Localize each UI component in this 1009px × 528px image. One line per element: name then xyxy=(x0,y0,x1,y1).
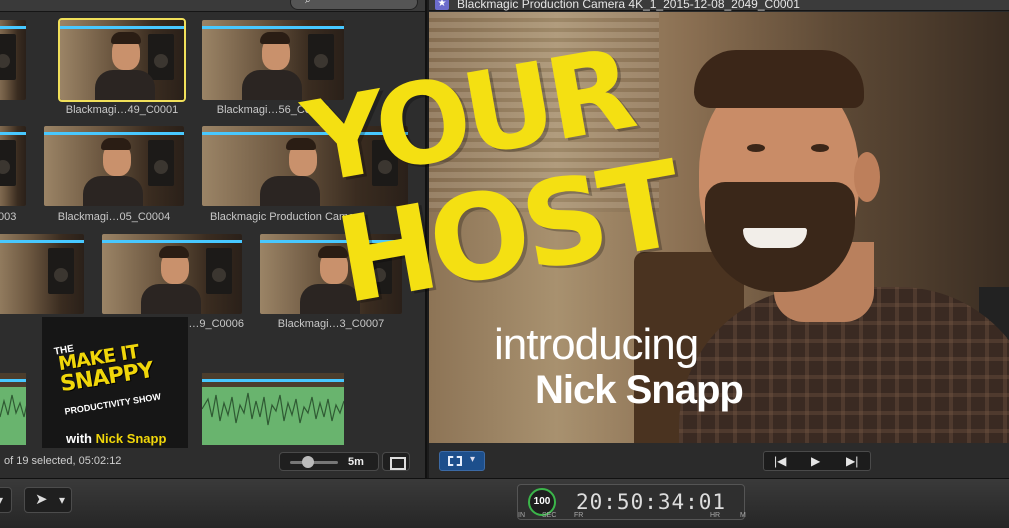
unit-label: IN xyxy=(518,512,525,519)
slider-knob[interactable] xyxy=(302,456,314,468)
toolbar-menu-button[interactable]: ▾ xyxy=(0,487,12,513)
browser-status-bar: of 19 selected, 05:02:12 5m xyxy=(0,448,425,476)
crop-icon xyxy=(448,456,462,466)
render-percent: 100 xyxy=(533,496,551,507)
star-icon: ★ xyxy=(435,0,449,10)
viewer-clip-title: Blackmagic Production Camera 4K_1_2015-1… xyxy=(457,0,800,11)
clip-thumbnail[interactable] xyxy=(0,20,26,100)
clip-thumbnail[interactable] xyxy=(102,234,242,314)
transport-controls: |◀ ▶ ▶| xyxy=(763,451,871,471)
audio-clip[interactable] xyxy=(202,373,344,445)
viewer-controls: ▾ |◀ ▶ ▶| xyxy=(429,445,1009,478)
filmstrip-view-button[interactable] xyxy=(382,452,410,471)
chevron-down-icon: ▾ xyxy=(59,493,66,507)
clip-zoom-slider[interactable]: 5m xyxy=(279,452,379,471)
search-field[interactable]: ⌕ xyxy=(290,0,418,10)
clip-thumbnail[interactable] xyxy=(44,126,184,206)
play-button[interactable]: ▶ xyxy=(811,454,820,468)
overlay-introducing: introducing xyxy=(494,320,699,369)
podcast-host: Nick Snapp xyxy=(95,431,167,446)
clip-label: Blackmagi…05_C0004 xyxy=(57,211,171,223)
unit-label: FR xyxy=(574,512,584,519)
dashboard-timecode[interactable]: 100 20:50:34:01 IN SEC FR HR M xyxy=(517,484,746,520)
selection-status: of 19 selected, 05:02:12 xyxy=(4,455,122,467)
overlay-host-name: Nick Snapp xyxy=(535,368,744,412)
clip-label: 003 xyxy=(0,211,17,223)
unit-label: SEC xyxy=(542,512,557,519)
select-tool-button[interactable]: ➤ ▾ xyxy=(24,487,72,513)
chevron-down-icon[interactable]: ▾ xyxy=(470,454,475,465)
previous-frame-button[interactable]: |◀ xyxy=(774,454,786,468)
transform-crop-button[interactable]: ▾ xyxy=(439,451,485,471)
zoom-duration: 5m xyxy=(348,456,364,468)
unit-label: M xyxy=(740,512,746,519)
clip-thumbnail[interactable] xyxy=(0,126,26,206)
podcast-with-host: with Nick Snapp xyxy=(66,431,166,446)
clip-label: Blackmagi…49_C0001 xyxy=(65,104,179,116)
viewer-title-bar: ★ Blackmagic Production Camera 4K_1_2015… xyxy=(429,0,1009,11)
timecode-display: 20:50:34:01 xyxy=(576,490,727,514)
clip-thumbnail[interactable] xyxy=(0,234,84,314)
browser-header: ⌕ xyxy=(0,0,425,12)
podcast-with: with xyxy=(66,431,92,446)
search-icon: ⌕ xyxy=(305,0,311,6)
arrow-pointer-icon: ➤ xyxy=(35,491,48,508)
podcast-productivity: PRODUCTIVITY SHOW xyxy=(63,391,162,417)
audio-clip[interactable] xyxy=(0,373,26,445)
unit-label: HR xyxy=(710,512,721,519)
next-frame-button[interactable]: ▶| xyxy=(846,454,858,468)
main-toolbar: ▾ ➤ ▾ 100 20:50:34:01 IN SEC FR HR M xyxy=(0,478,1009,528)
clip-thumbnail-selected[interactable] xyxy=(58,18,186,102)
podcast-artwork: THE MAKE IT SNAPPY PRODUCTIVITY SHOW wit… xyxy=(42,317,188,461)
